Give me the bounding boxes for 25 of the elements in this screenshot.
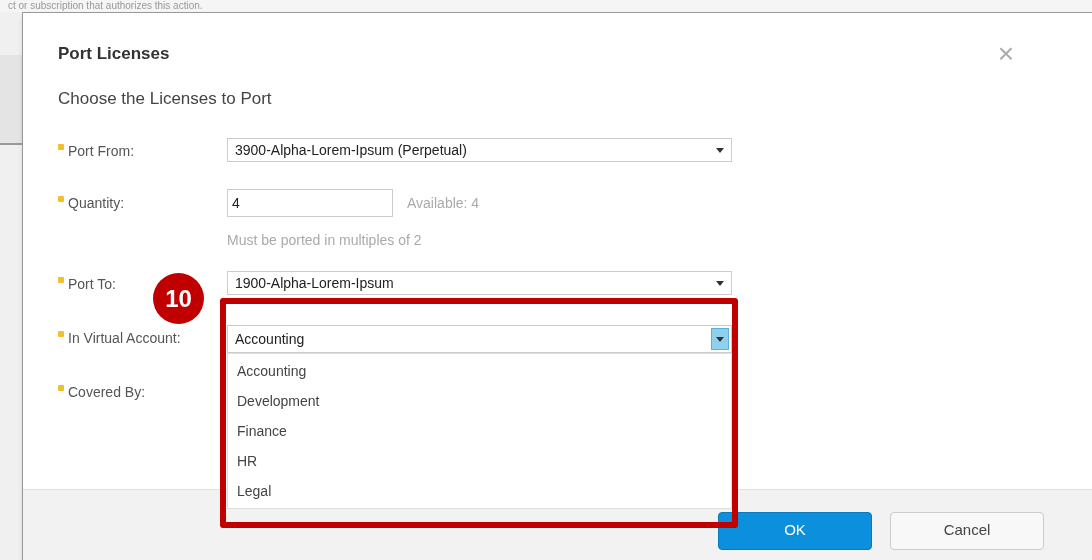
quantity-field[interactable]: 4 [227, 189, 393, 217]
field-label: In Virtual Account: [68, 328, 181, 348]
caret-icon [716, 147, 724, 153]
field-label: Quantity: [68, 193, 125, 213]
available-note: Available: 4 [407, 193, 480, 213]
select-field[interactable]: 1900-Alpha-Lorem-Ipsum [227, 271, 732, 295]
ok-button[interactable]: OK [718, 511, 872, 550]
dialog-subtitle: Choose the Licenses to Port [58, 88, 272, 110]
dropdown-option[interactable]: Finance [228, 416, 731, 446]
account-dropdown[interactable]: Accounting [227, 325, 732, 353]
hint-text: Must be ported in multiples of 2 [227, 231, 423, 250]
dropdown-arrow-button[interactable] [711, 328, 729, 350]
background-text: ct or subscription that authorizes this action. [8, 0, 204, 11]
dropdown-option[interactable]: HR [228, 446, 731, 476]
dropdown-option[interactable]: Accounting [228, 356, 731, 386]
field-label: Port To: [68, 274, 116, 294]
caret-icon [716, 280, 724, 286]
select-field[interactable]: 3900-Alpha-Lorem-Ipsum (Perpetual) [227, 138, 732, 162]
caret-icon [716, 336, 724, 342]
field-label: Port From: [68, 141, 135, 161]
dialog-title: Port Licenses [58, 43, 170, 66]
field-label: Covered By: [68, 382, 146, 402]
cancel-button[interactable]: Cancel [890, 511, 1044, 550]
dropdown-option[interactable]: Legal [228, 476, 731, 506]
dropdown-option[interactable]: Development [228, 386, 731, 416]
